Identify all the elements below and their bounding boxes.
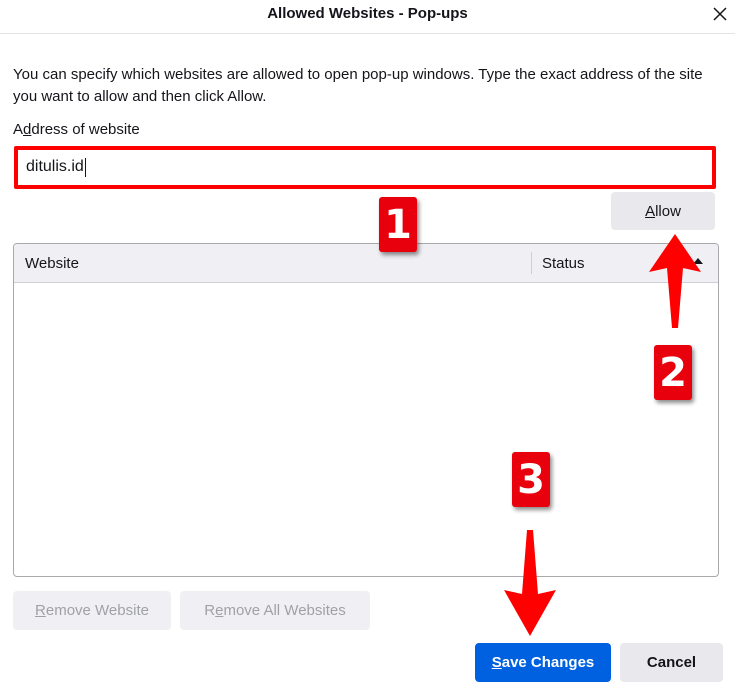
dialog-title: Allowed Websites - Pop-ups	[267, 5, 468, 22]
allow-button[interactable]: Allow	[611, 192, 715, 230]
cancel-button[interactable]: Cancel	[620, 643, 723, 682]
arrow-down-icon	[504, 530, 556, 636]
annotation-badge-3: 3	[512, 452, 550, 507]
close-button[interactable]	[706, 0, 734, 28]
dialog-description: You can specify which websites are allow…	[13, 66, 703, 105]
column-header-website[interactable]: Website	[25, 255, 79, 272]
arrow-up-icon	[649, 234, 701, 328]
address-label: Address of website	[13, 121, 140, 138]
address-input[interactable]: ditulis.id	[14, 146, 716, 189]
address-input-value: ditulis.id	[26, 158, 84, 175]
column-header-status[interactable]: Status	[542, 255, 585, 272]
annotation-badge-2: 2	[654, 345, 692, 400]
remove-all-websites-button[interactable]: Re move All Websites	[180, 591, 370, 630]
remove-website-button[interactable]: Remove Website	[13, 591, 171, 630]
annotation-badge-1: 1	[379, 197, 417, 252]
websites-table[interactable]: Website Status	[13, 243, 719, 577]
title-divider	[0, 33, 735, 34]
save-changes-button[interactable]: Save Changes	[475, 643, 611, 682]
close-icon	[713, 7, 727, 21]
column-divider	[531, 252, 532, 274]
table-header: Website Status	[14, 244, 718, 283]
text-caret	[85, 158, 86, 177]
